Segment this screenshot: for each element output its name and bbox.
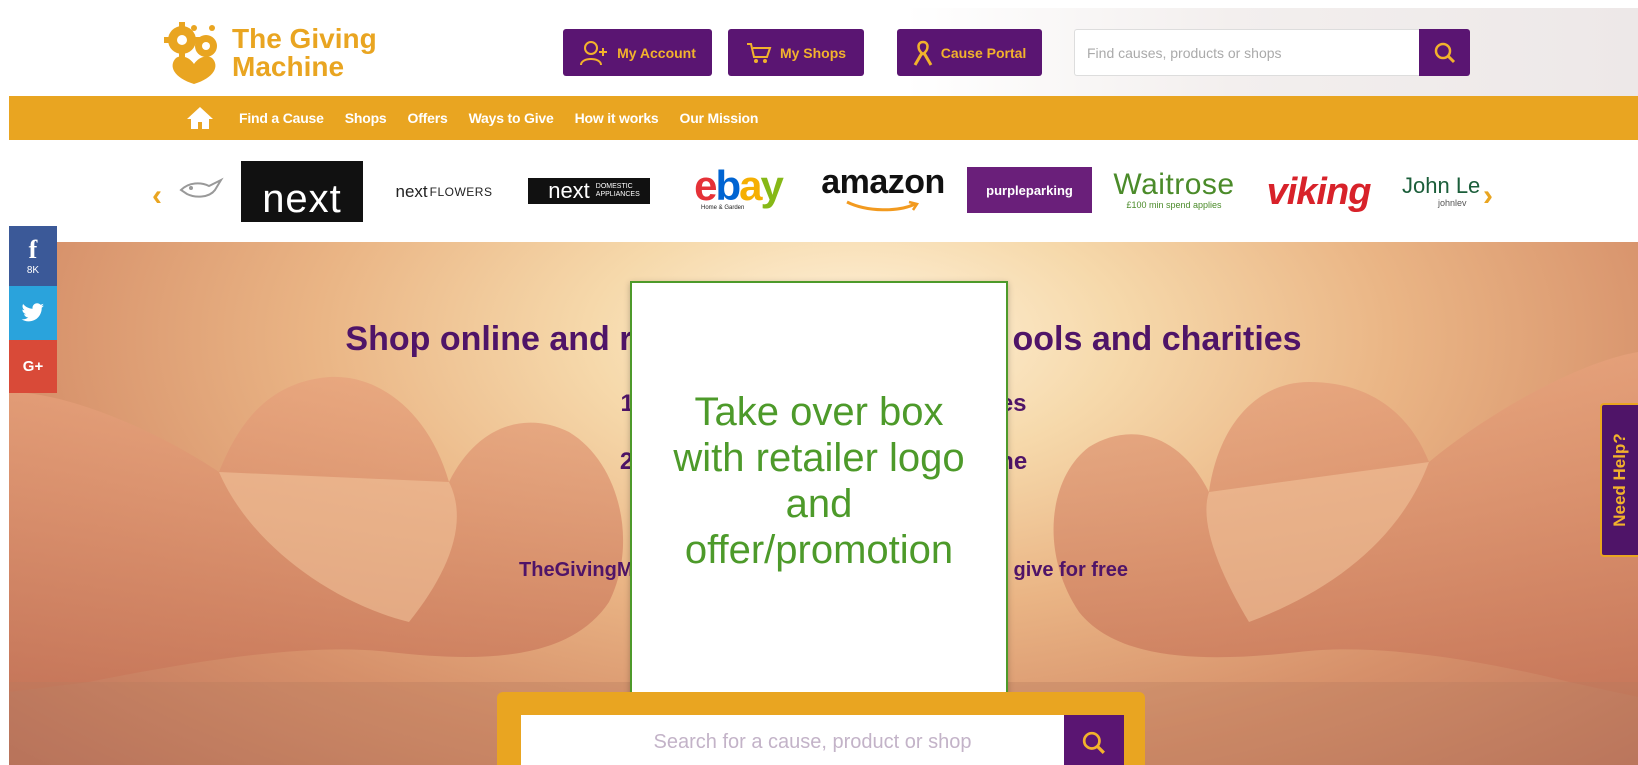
- nav-items: Find a Cause Shops Offers Ways to Give H…: [239, 96, 758, 140]
- logo-line2: Machine: [232, 51, 345, 82]
- hero-tagline-left: TheGivingM: [519, 559, 634, 581]
- hero-headline-right: ools and charities: [1012, 320, 1302, 358]
- nav-find-a-cause[interactable]: Find a Cause: [239, 110, 324, 126]
- retailer-logo-amazon[interactable]: amazon: [817, 162, 949, 214]
- amazon-smile-icon: [846, 200, 920, 212]
- john-lewis-wordmark: John Le: [1402, 173, 1481, 198]
- nav-our-mission[interactable]: Our Mission: [680, 110, 759, 126]
- ebay-wordmark: ebay: [694, 162, 784, 209]
- main-nav: Find a Cause Shops Offers Ways to Give H…: [9, 96, 1638, 140]
- retailer-logo-ebay[interactable]: ebay Home & Garden: [694, 162, 784, 216]
- logo-line1: The Giving: [232, 23, 377, 54]
- cause-portal-label: Cause Portal: [940, 44, 1027, 61]
- waitrose-sub: £100 min spend applies: [1126, 200, 1222, 210]
- retailer-logo-purpleparking[interactable]: purpleparking: [967, 167, 1092, 213]
- facebook-share-button[interactable]: f 8K: [9, 226, 57, 286]
- next-wordmark: next: [262, 177, 342, 221]
- my-account-label: My Account: [617, 44, 696, 61]
- cause-portal-button[interactable]: Cause Portal: [897, 29, 1042, 76]
- need-help-tab[interactable]: Need Help?: [1600, 403, 1638, 557]
- header-search-button[interactable]: [1419, 29, 1470, 76]
- google-plus-icon: G+: [22, 358, 44, 375]
- twitter-icon: [21, 303, 44, 322]
- amazon-wordmark: amazon: [821, 163, 945, 201]
- retailer-carousel: ‹ next next FLOWERS next DOMESTIC APPLIANC…: [9, 140, 1638, 242]
- hero-search: [521, 715, 1124, 765]
- retailer-logo-bird[interactable]: [175, 168, 225, 208]
- ebay-sub: Home & Garden: [701, 205, 745, 211]
- cart-icon: [746, 42, 772, 63]
- search-icon: [1434, 42, 1455, 63]
- carousel-next-icon[interactable]: ›: [1483, 181, 1493, 211]
- nav-how-it-works[interactable]: How it works: [575, 110, 659, 126]
- nav-offers[interactable]: Offers: [408, 110, 448, 126]
- retailer-logo-john-lewis[interactable]: John Le johnlev: [1402, 166, 1482, 216]
- gears-heart-icon: [164, 20, 224, 86]
- twitter-share-button[interactable]: [9, 286, 57, 340]
- nav-ways-to-give[interactable]: Ways to Give: [469, 110, 554, 126]
- hero-search-button[interactable]: [1064, 715, 1124, 765]
- retailer-logo-next-appliances[interactable]: next DOMESTIC APPLIANCES: [528, 178, 650, 204]
- next-appliances-sub: DOMESTIC APPLIANCES: [595, 183, 640, 198]
- next-flowers-main: next: [395, 182, 428, 201]
- need-help-label: Need Help?: [1610, 433, 1629, 527]
- site-logo[interactable]: The Giving Machine: [164, 18, 377, 88]
- my-shops-button[interactable]: My Shops: [728, 29, 864, 76]
- hero-search-input[interactable]: [521, 715, 1064, 765]
- google-plus-share-button[interactable]: G+: [9, 340, 57, 393]
- logo-wordmark: The Giving Machine: [232, 25, 377, 81]
- header-search-input[interactable]: [1074, 29, 1419, 76]
- purpleparking-wordmark: purpleparking: [986, 182, 1073, 198]
- facebook-share-count: 8K: [26, 264, 40, 276]
- header-search: [1074, 29, 1470, 76]
- retailer-logo-next-flowers[interactable]: next FLOWERS: [384, 180, 504, 204]
- search-icon: [1082, 731, 1105, 754]
- site-header: The Giving Machine My Account My Shops C…: [9, 8, 1638, 96]
- viking-wordmark: viking: [1266, 170, 1372, 213]
- john-lewis-sub: johnlev: [1438, 198, 1467, 208]
- next-appliances-main: next: [548, 178, 590, 203]
- next-flowers-sub: FLOWERS: [429, 185, 493, 199]
- carousel-prev-icon[interactable]: ‹: [152, 181, 162, 211]
- home-icon[interactable]: [185, 105, 215, 131]
- user-add-icon: [580, 40, 608, 65]
- waitrose-wordmark: Waitrose: [1113, 168, 1235, 201]
- my-shops-label: My Shops: [779, 44, 847, 61]
- ribbon-icon: [913, 40, 932, 66]
- facebook-icon: f: [28, 234, 38, 264]
- page: The Giving Machine My Account My Shops C…: [0, 0, 1638, 765]
- nav-shops[interactable]: Shops: [345, 110, 387, 126]
- retailer-logo-viking[interactable]: viking: [1256, 168, 1381, 216]
- retailer-logo-next[interactable]: next: [241, 161, 363, 222]
- my-account-button[interactable]: My Account: [563, 29, 712, 76]
- hero-tagline-right: give for free: [1013, 559, 1128, 581]
- hero-headline-left: Shop online and r: [345, 320, 633, 358]
- takeover-text: Take over box with retailer logo and off…: [673, 390, 965, 572]
- takeover-promo-box[interactable]: Take over box with retailer logo and off…: [630, 281, 1008, 701]
- retailer-logo-waitrose[interactable]: Waitrose £100 min spend applies: [1109, 164, 1239, 216]
